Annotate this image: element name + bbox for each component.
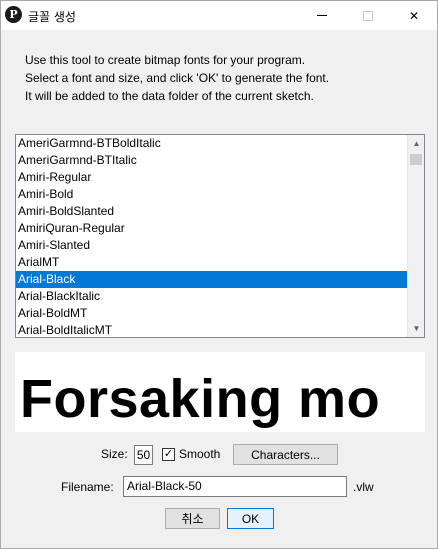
preview-text: Forsaking mo	[20, 369, 381, 429]
size-label: Size:	[101, 447, 128, 461]
maximize-icon	[363, 10, 373, 21]
font-preview: Forsaking mo	[15, 352, 425, 432]
font-list-item[interactable]: AmiriQuran-Regular	[16, 220, 407, 237]
checkmark-icon: ✓	[163, 448, 174, 460]
font-list-item[interactable]: Arial-Black	[16, 271, 407, 288]
maximize-button	[345, 1, 391, 30]
font-list-item[interactable]: Arial-BoldMT	[16, 305, 407, 322]
filename-input[interactable]: Arial-Black-50	[123, 476, 347, 497]
description-line: Use this tool to create bitmap fonts for…	[25, 53, 306, 67]
minimize-icon	[317, 15, 327, 16]
font-list-item[interactable]: Amiri-Slanted	[16, 237, 407, 254]
ok-button[interactable]: OK	[227, 508, 274, 529]
font-list-item[interactable]: AmeriGarmnd-BTItalic	[16, 152, 407, 169]
font-list-item[interactable]: Amiri-BoldSlanted	[16, 203, 407, 220]
font-list[interactable]: AmeriGarmnd-BTBoldItalic AmeriGarmnd-BTIt…	[15, 134, 425, 338]
close-button[interactable]: ✕	[391, 1, 437, 30]
cancel-button[interactable]: 취소	[165, 508, 220, 529]
font-list-item[interactable]: AmeriGarmnd-BTBoldItalic	[16, 135, 407, 152]
scroll-down-arrow-icon[interactable]: ▼	[408, 320, 424, 337]
font-list-scrollbar[interactable]: ▲ ▼	[407, 135, 424, 337]
scroll-thumb[interactable]	[410, 154, 422, 165]
processing-app-icon: P	[5, 6, 22, 23]
size-input[interactable]: 50	[134, 445, 153, 465]
font-list-item[interactable]: Arial-BlackItalic	[16, 288, 407, 305]
smooth-checkbox[interactable]: ✓	[162, 448, 175, 461]
minimize-button[interactable]	[299, 1, 345, 30]
description-line: Select a font and size, and click 'OK' t…	[25, 71, 330, 85]
title-bar[interactable]: P 글꼴 생성 ✕	[1, 1, 437, 30]
file-extension-label: .vlw	[353, 480, 374, 494]
filename-label: Filename:	[61, 480, 114, 494]
font-list-item[interactable]: ArialMT	[16, 254, 407, 271]
scroll-up-arrow-icon[interactable]: ▲	[408, 135, 424, 152]
font-list-item[interactable]: Arial-BoldItalicMT	[16, 322, 407, 337]
characters-button[interactable]: Characters...	[233, 444, 338, 465]
font-list-rows: AmeriGarmnd-BTBoldItalic AmeriGarmnd-BTIt…	[16, 135, 407, 337]
window-title: 글꼴 생성	[28, 10, 76, 24]
description-line: It will be added to the data folder of t…	[25, 89, 314, 103]
font-list-item[interactable]: Amiri-Regular	[16, 169, 407, 186]
create-font-dialog: P 글꼴 생성 ✕ Use this tool to create bitmap…	[0, 0, 438, 549]
close-icon: ✕	[408, 8, 420, 23]
description-text: Use this tool to create bitmap fonts for…	[25, 51, 425, 105]
font-list-item[interactable]: Amiri-Bold	[16, 186, 407, 203]
smooth-label[interactable]: Smooth	[179, 447, 220, 461]
